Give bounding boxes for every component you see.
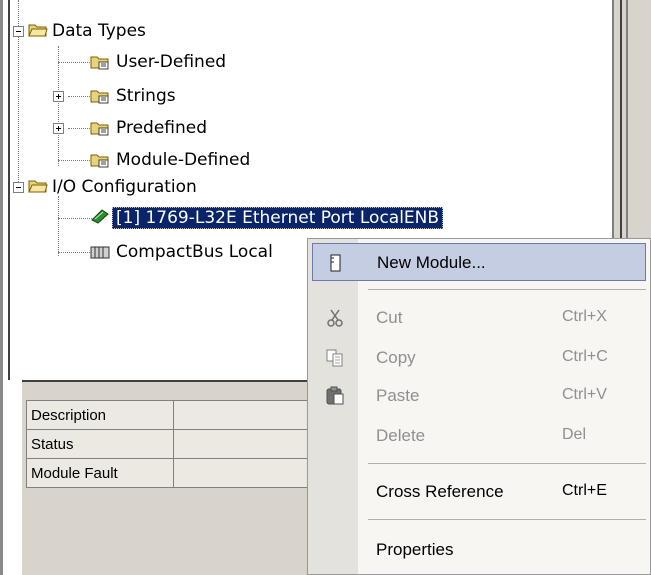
tree-node-io-configuration[interactable]: I/O Configuration (52, 176, 197, 198)
data-type-folder-icon (90, 90, 109, 104)
menu-item-label: Paste (376, 386, 420, 405)
tree-node-data-types[interactable]: Data Types (52, 20, 146, 42)
ethernet-module-icon (91, 209, 109, 224)
menu-item-shortcut: Ctrl+X (562, 308, 607, 325)
new-module-icon (330, 254, 341, 272)
selected-node-label[interactable]: [1] 1769-L32E Ethernet Port LocalENB (112, 207, 444, 229)
menu-separator (368, 519, 646, 520)
menu-item-shortcut: Ctrl+C (562, 348, 608, 365)
tree-node-predefined[interactable]: Predefined (116, 117, 207, 139)
tree-node-ethernet-port[interactable]: [1] 1769-L32E Ethernet Port LocalENB (112, 207, 444, 229)
property-key: Description (26, 400, 174, 430)
data-type-folder-icon (90, 56, 109, 70)
property-key: Module Fault (26, 458, 174, 488)
collapse-toggle[interactable] (13, 182, 24, 193)
menu-item-delete[interactable]: Delete Del (312, 417, 646, 455)
menu-item-cross-reference[interactable]: Cross Reference Ctrl+E (312, 473, 646, 511)
menu-item-label: New Module... (377, 253, 486, 272)
tree-node-user-defined[interactable]: User-Defined (116, 51, 226, 73)
menu-item-paste[interactable]: Paste Ctrl+V (312, 377, 646, 415)
open-folder-icon (28, 180, 48, 193)
menu-item-label: Delete (376, 426, 426, 445)
paste-icon (326, 386, 344, 405)
menu-item-shortcut: Del (562, 426, 587, 443)
menu-item-new-module[interactable]: New Module... (312, 243, 646, 281)
context-menu: New Module... Cut Ctrl+X Copy Ctrl+C Pas… (307, 238, 651, 575)
menu-item-label: Copy (376, 348, 416, 367)
expand-toggle[interactable] (53, 123, 64, 134)
menu-separator (368, 289, 646, 290)
copy-icon (326, 349, 343, 367)
property-key: Status (26, 429, 174, 459)
cut-icon (327, 309, 343, 327)
menu-item-shortcut: Ctrl+E (562, 482, 607, 499)
menu-separator (368, 463, 646, 464)
data-type-folder-icon (90, 122, 109, 136)
tree-node-strings[interactable]: Strings (116, 85, 176, 107)
menu-item-shortcut: Ctrl+V (562, 386, 607, 403)
open-folder-icon (28, 24, 48, 37)
menu-item-cut[interactable]: Cut Ctrl+X (312, 299, 646, 337)
menu-item-copy[interactable]: Copy Ctrl+C (312, 339, 646, 377)
expand-toggle[interactable] (53, 91, 64, 102)
menu-item-label: Properties (376, 540, 454, 559)
compactbus-icon (90, 246, 110, 259)
tree-node-compactbus-local[interactable]: CompactBus Local (116, 241, 273, 263)
tree-connector (18, 36, 19, 188)
menu-item-label: Cut (376, 308, 403, 327)
tree-connector (58, 252, 90, 253)
tree-node-module-defined[interactable]: Module-Defined (116, 149, 250, 171)
tree-connector (58, 196, 59, 256)
data-type-folder-icon (90, 154, 109, 168)
menu-item-properties[interactable]: Properties (312, 531, 646, 569)
collapse-toggle[interactable] (13, 26, 24, 37)
window-left-edge (0, 0, 3, 575)
tree-connector (58, 46, 59, 166)
menu-item-label: Cross Reference (376, 482, 504, 501)
